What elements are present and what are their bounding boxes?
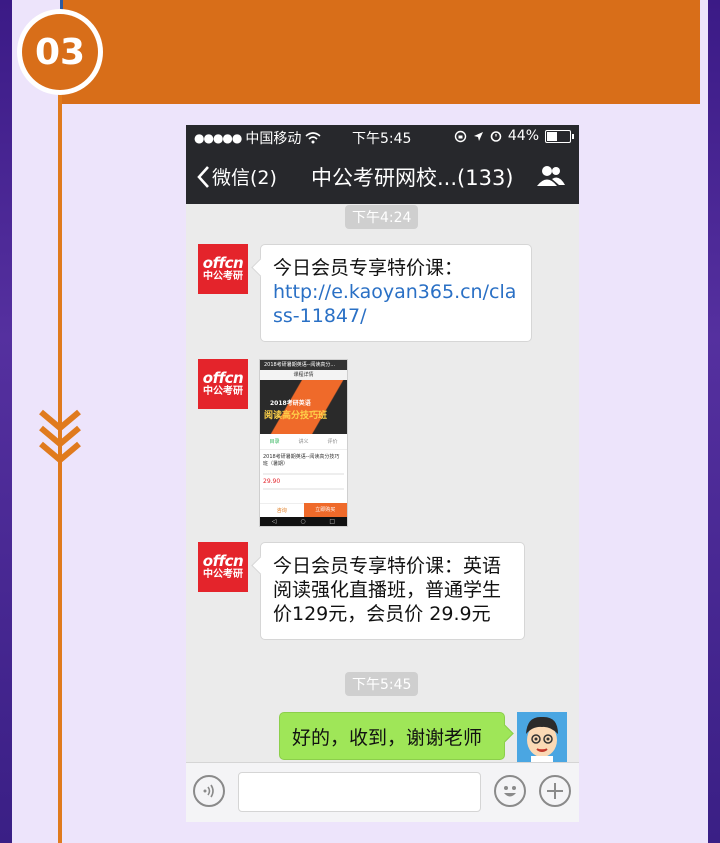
message-text: 今日会员专享特价课：英语 [273,555,502,577]
message-text: 好的，收到，谢谢老师 [292,727,483,749]
voice-button[interactable] [193,775,225,807]
message-input[interactable] [238,772,481,812]
plus-button[interactable] [539,775,571,807]
message-text: 价129元，会员价 29.9元 [273,603,491,625]
logo-subtext: 中公考研 [203,270,243,282]
chat-title: 中公考研网校...(133) [311,166,514,190]
battery-icon [545,129,574,143]
carrier-label: 中国移动 [245,131,302,147]
lock-rotation-icon [454,130,467,142]
preview-banner-line1: 2018考研英语 [270,400,311,407]
preview-android-nav: ◁ ○ □ [260,517,347,526]
battery-percent: 44% [507,128,539,144]
cartoon-face-icon [517,712,567,762]
preview-tabs: 目录 讲义 评价 [260,434,347,450]
preview-course-title: 2018考研暑期英语--阅读高分技巧班（暑期） [263,454,340,467]
right-decor-band [708,0,720,843]
preview-buy: 立即购买 [303,503,347,517]
message-text: 今日会员专享特价课： [273,257,464,279]
preview-banner: 2018考研英语 阅读高分技巧班 [260,380,347,434]
signal-icon: ●●●●● [194,131,242,145]
chevron-left-icon [197,165,209,188]
logo-subtext: 中公考研 [203,385,243,397]
logo-text: offcn [202,551,244,570]
my-avatar[interactable] [517,712,567,762]
avatar[interactable]: offcn 中公考研 [198,542,248,592]
logo-subtext: 中公考研 [203,568,243,580]
plus-icon [547,783,563,799]
phone-screenshot: ●●●●● 中国移动 下午5:45 44% 微信(2) 中公考研网校...(13… [186,125,579,822]
back-label: 微信(2) [212,167,277,189]
time-divider: 下午4:24 [345,205,419,229]
wifi-icon [305,132,321,144]
message-bubble[interactable]: 今日会员专享特价课：英语 阅读强化直播班，普通学生 价129元，会员价 29.9… [260,542,525,640]
avatar[interactable]: offcn 中公考研 [198,359,248,409]
alarm-icon [490,131,502,142]
emoji-button[interactable] [494,775,526,807]
message-link[interactable]: http://e.kaoyan365.cn/class-11847/ [273,280,519,328]
preview-subtitle: 课程详情 [260,370,347,380]
people-icon[interactable] [537,165,565,187]
voice-icon [203,784,214,798]
avatar[interactable]: offcn 中公考研 [198,244,248,294]
logo-text: offcn [202,368,244,387]
back-button[interactable]: 微信(2) [196,163,277,190]
message-bubble[interactable]: 今日会员专享特价课： http://e.kaoyan365.cn/class-1… [260,244,532,342]
step-number: 03 [22,14,98,90]
chat-nav-bar: 微信(2) 中公考研网校...(133) [186,149,579,204]
preview-title: 2018考研暑期英语--阅读高分... [260,360,347,370]
status-time: 下午5:45 [352,131,412,147]
step-header-bar [60,0,700,104]
chevron-down-icon [39,409,81,464]
preview-tab: 评价 [327,439,338,445]
left-decor-band [0,0,12,843]
step-badge: 03 [17,9,103,95]
preview-tab: 目录 [269,439,280,445]
logo-text: offcn [202,253,244,272]
time-divider: 下午5:45 [345,672,419,696]
image-message[interactable]: 2018考研暑期英语--阅读高分... 课程详情 2018考研英语 阅读高分技巧… [259,359,348,527]
chat-input-bar [186,762,579,822]
timeline-line [58,90,62,843]
preview-consult: 咨询 [260,503,304,517]
preview-price: 29.90 [263,478,281,485]
status-bar: ●●●●● 中国移动 下午5:45 44% [186,125,579,149]
location-icon [473,131,483,141]
preview-tab: 讲义 [298,439,309,445]
emoji-icon [504,786,516,797]
message-text: 阅读强化直播班，普通学生 [273,579,502,601]
preview-banner-line2: 阅读高分技巧班 [264,411,328,421]
my-message-bubble[interactable]: 好的，收到，谢谢老师 [279,712,505,760]
